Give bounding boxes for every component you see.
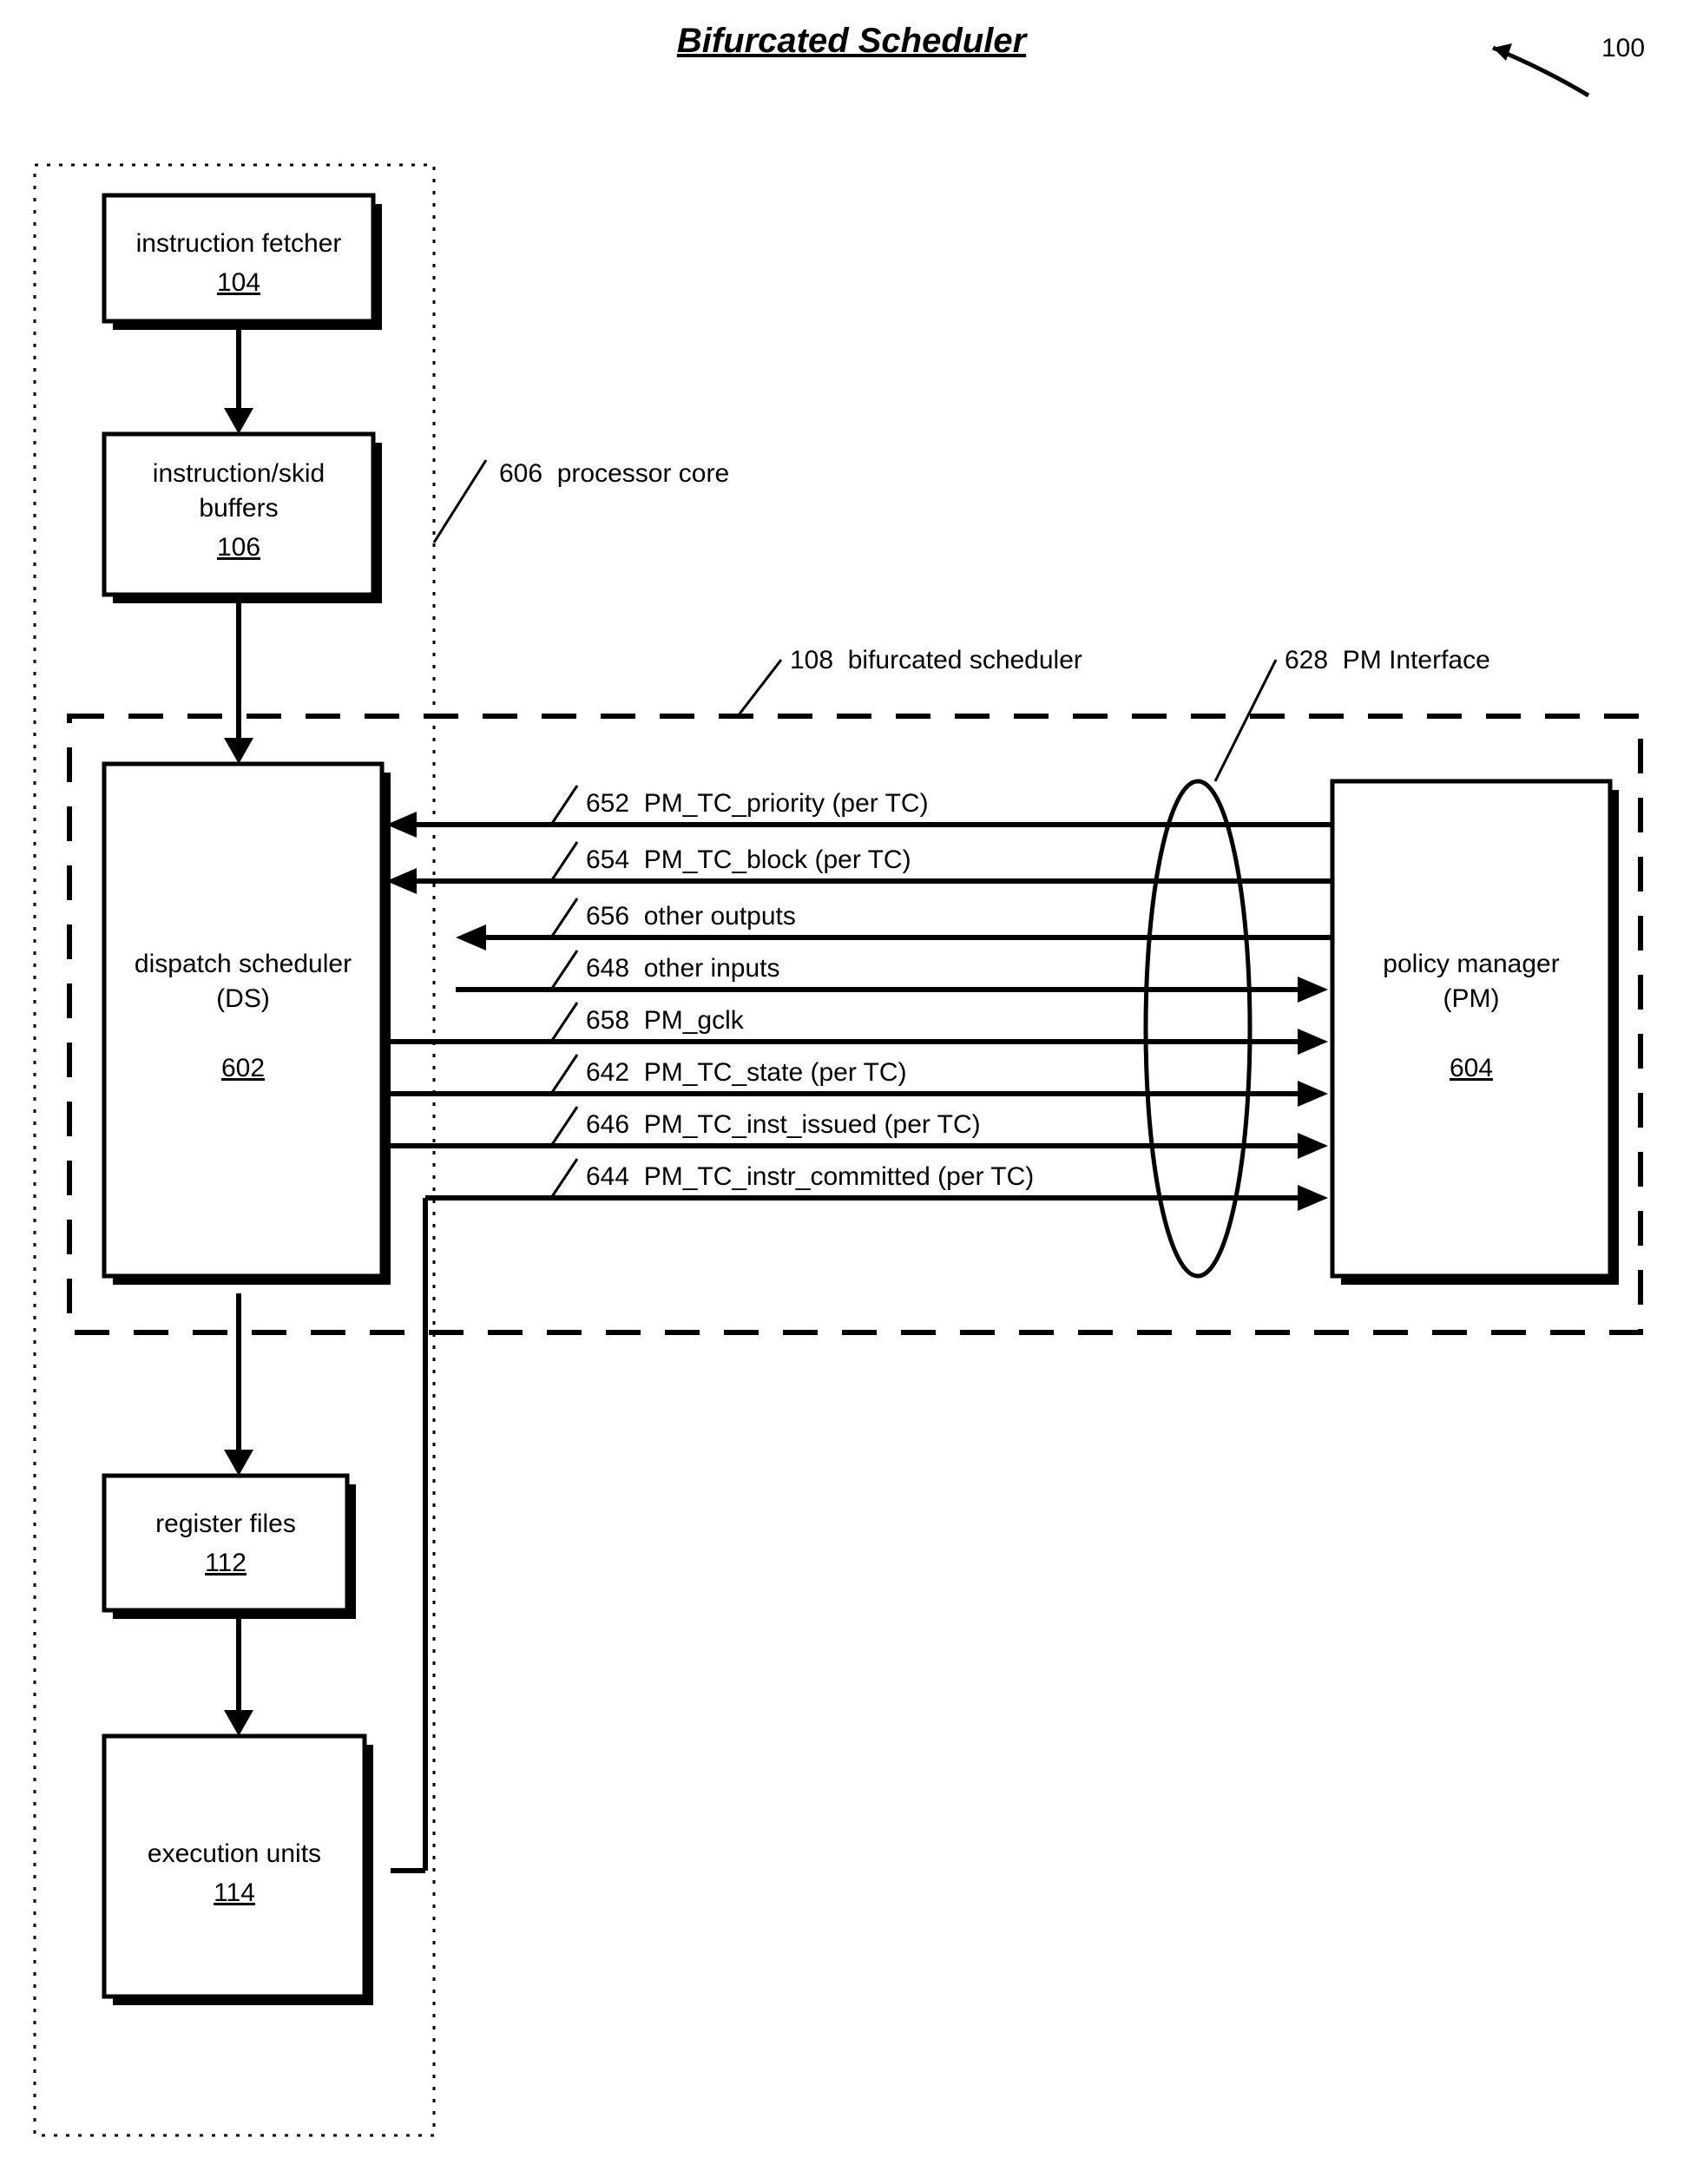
bifurcated-scheduler-callout: 108 bifurcated scheduler xyxy=(738,646,1082,716)
signal-646: 646 PM_TC_inst_issued (per TC) xyxy=(386,1107,1328,1159)
svg-text:(DS): (DS) xyxy=(216,984,270,1013)
instruction-buffers-block: instruction/skid buffers 106 xyxy=(104,434,382,603)
svg-text:604: 604 xyxy=(1450,1054,1493,1082)
svg-text:658 PM_gclk: 658 PM_gclk xyxy=(586,1006,745,1035)
signal-652: 652 PM_TC_priority (per TC) xyxy=(386,786,1332,838)
svg-text:642 PM_TC_state (per TC): 642 PM_TC_state (per TC) xyxy=(586,1058,907,1087)
signal-656: 656 other outputs xyxy=(456,898,1332,951)
signal-644: 644 PM_TC_instr_committed (per TC) xyxy=(391,1159,1328,1871)
arrow-buffers-to-ds xyxy=(224,603,253,764)
signal-658: 658 PM_gclk xyxy=(386,1003,1328,1055)
diagram-canvas: Bifurcated Scheduler 100 instruction fet… xyxy=(0,0,1703,2184)
arrow-regs-to-exec xyxy=(224,1619,253,1736)
svg-text:656 other outputs: 656 other outputs xyxy=(586,902,796,931)
svg-text:register files: register files xyxy=(155,1510,296,1538)
svg-text:dispatch scheduler: dispatch scheduler xyxy=(135,950,352,978)
svg-text:628 PM Interface: 628 PM Interface xyxy=(1285,646,1490,674)
signal-648: 648 other inputs xyxy=(456,951,1328,1003)
svg-text:644 PM_TC_instr_committed (pe: 644 PM_TC_instr_committed (per TC) xyxy=(586,1162,1034,1191)
svg-text:100: 100 xyxy=(1601,34,1645,62)
svg-text:114: 114 xyxy=(214,1878,255,1907)
svg-text:646 PM_TC_inst_issued (per TC: 646 PM_TC_inst_issued (per TC) xyxy=(586,1110,981,1139)
svg-text:instruction fetcher: instruction fetcher xyxy=(136,229,342,258)
arrow-ds-to-regs xyxy=(224,1293,253,1476)
execution-units-block: execution units 114 xyxy=(104,1736,373,2005)
instruction-fetcher-block: instruction fetcher 104 xyxy=(104,195,382,330)
register-files-block: register files 112 xyxy=(104,1476,356,1619)
arrow-fetcher-to-buffers xyxy=(224,330,253,434)
svg-text:606 processor core: 606 processor core xyxy=(499,459,729,488)
svg-text:policy manager: policy manager xyxy=(1383,950,1559,978)
svg-text:648 other inputs: 648 other inputs xyxy=(586,954,780,983)
figure-ref: 100 xyxy=(1493,34,1645,95)
svg-text:112: 112 xyxy=(205,1549,247,1577)
svg-text:106: 106 xyxy=(217,533,260,562)
dispatch-scheduler-block: dispatch scheduler (DS) 602 xyxy=(104,764,391,1285)
svg-text:652 PM_TC_priority (per TC): 652 PM_TC_priority (per TC) xyxy=(586,789,929,818)
processor-core-callout: 606 processor core xyxy=(434,459,729,543)
svg-text:instruction/skid: instruction/skid xyxy=(153,459,325,488)
svg-text:execution units: execution units xyxy=(148,1839,321,1868)
diagram-title: Bifurcated Scheduler xyxy=(677,22,1029,60)
svg-text:654 PM_TC_block (per TC): 654 PM_TC_block (per TC) xyxy=(586,845,911,874)
svg-text:(PM): (PM) xyxy=(1443,984,1500,1013)
policy-manager-block: policy manager (PM) 604 xyxy=(1332,781,1619,1285)
svg-text:602: 602 xyxy=(221,1054,265,1082)
signal-654: 654 PM_TC_block (per TC) xyxy=(386,842,1332,894)
svg-text:104: 104 xyxy=(217,268,260,297)
signal-642: 642 PM_TC_state (per TC) xyxy=(386,1055,1328,1107)
svg-text:108 bifurcated scheduler: 108 bifurcated scheduler xyxy=(790,646,1082,674)
svg-text:buffers: buffers xyxy=(199,494,278,523)
